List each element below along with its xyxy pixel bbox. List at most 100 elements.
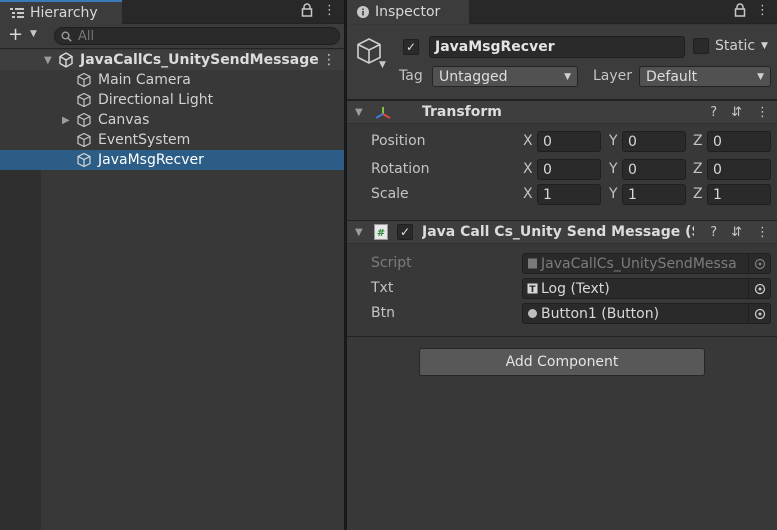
gameobject-cube-icon [77,152,91,168]
static-label: Static [715,38,756,54]
chevron-down-icon: ▼ [757,72,764,82]
object-picker-target-icon[interactable] [748,304,770,323]
static-toggle[interactable]: Static ▼ [693,38,768,54]
create-plus-icon[interactable]: + [8,26,23,44]
transform-fold-arrow-icon[interactable]: ▼ [355,107,363,118]
icon-dropdown-chevron-icon[interactable]: ▼ [379,60,386,70]
expand-arrow-icon[interactable]: ▶ [62,115,74,126]
object-picker-target-icon [748,254,770,273]
hierarchy-search-field[interactable] [54,27,340,45]
rotation-y-field[interactable]: 0 [622,159,686,180]
rotation-label: Rotation [371,161,430,177]
add-component-button[interactable]: Add Component [419,348,705,376]
object-picker-target-icon[interactable] [748,279,770,298]
lock-icon[interactable] [734,3,746,17]
hierarchy-tab-title: Hierarchy [30,5,98,21]
presets-sliders-icon[interactable]: ⇵ [731,105,742,120]
txt-field-value: Log (Text) [541,280,610,297]
static-checkbox[interactable] [693,38,709,54]
hierarchy-item-label: JavaMsgRecver [98,152,204,168]
hierarchy-search-input[interactable] [78,28,318,44]
lock-icon[interactable] [301,3,313,17]
inspector-tabbar: Inspector ⋮ [347,0,777,24]
hierarchy-item-main-camera[interactable]: Main Camera [0,70,344,90]
script-component-header[interactable]: ▼ # ✓ Java Call Cs_Unity Send Message (S… [347,220,777,244]
create-dropdown-chevron-icon[interactable]: ▼ [30,29,37,39]
btn-object-field[interactable]: Button1 (Button) [522,303,771,324]
hierarchy-tabbar: Hierarchy ⋮ [0,0,344,24]
hierarchy-gutter [0,170,41,530]
scene-row[interactable]: ▼ JavaCallCs_UnitySendMessage ⋮ [0,50,344,70]
button-icon [528,309,537,318]
inspector-tab-menu-icon[interactable]: ⋮ [756,3,769,18]
layer-value: Default [646,68,698,85]
unity-scene-icon [59,52,73,68]
inspector-panel: Inspector ⋮ ▼ ✓ JavaMsgRecver Static ▼ T… [347,0,777,530]
txt-object-field[interactable]: T Log (Text) [522,278,771,299]
script-object-field: JavaCallCs_UnitySendMessa [522,253,771,274]
axis-y-label[interactable]: Y [609,133,618,149]
script-fold-arrow-icon[interactable]: ▼ [355,227,363,238]
hierarchy-item-eventsystem[interactable]: EventSystem [0,130,344,150]
svg-text:T: T [529,285,536,294]
tag-dropdown[interactable]: Untagged ▼ [432,66,578,87]
script-enabled-checkbox[interactable]: ✓ [397,224,413,240]
btn-field-value: Button1 (Button) [541,305,660,322]
object-name-field[interactable]: JavaMsgRecver [429,36,685,58]
hierarchy-item-label: Directional Light [98,92,214,108]
position-label: Position [371,133,426,149]
axis-y-label[interactable]: Y [609,186,618,202]
position-y-field[interactable]: 0 [622,131,686,152]
axis-x-label[interactable]: X [523,161,533,177]
layer-dropdown[interactable]: Default ▼ [639,66,771,87]
position-z-field[interactable]: 0 [707,131,771,152]
hierarchy-item-javamsgrecver[interactable]: JavaMsgRecver [0,150,344,170]
hierarchy-item-canvas[interactable]: ▶ Canvas [0,110,344,130]
component-menu-icon[interactable]: ⋮ [756,225,769,240]
gameobject-cube-icon [77,92,91,108]
script-icon [528,258,537,269]
hierarchy-item-directional-light[interactable]: Directional Light [0,90,344,110]
hierarchy-tab-menu-icon[interactable]: ⋮ [323,3,336,18]
txt-field-label: Txt [371,280,394,296]
axis-z-label[interactable]: Z [693,133,703,149]
hierarchy-toolbar: + ▼ [0,24,344,49]
axis-z-label[interactable]: Z [693,161,703,177]
axis-y-label[interactable]: Y [609,161,618,177]
axis-x-label[interactable]: X [523,133,533,149]
script-field-label: Script [371,255,412,271]
hierarchy-tab[interactable]: Hierarchy [0,0,122,24]
btn-field-label: Btn [371,305,395,321]
layer-label: Layer [593,68,633,84]
tag-value: Untagged [439,68,508,85]
active-checkbox[interactable]: ✓ [403,39,419,55]
scene-expand-arrow-icon[interactable]: ▼ [44,55,56,66]
rotation-x-field[interactable]: 0 [537,159,601,180]
axis-x-label[interactable]: X [523,186,533,202]
search-icon [61,31,72,42]
hierarchy-tree: ▼ JavaCallCs_UnitySendMessage ⋮ Main Cam… [0,50,344,530]
help-icon[interactable]: ? [710,225,717,240]
scale-x-field[interactable]: 1 [537,184,601,205]
scale-y-field[interactable]: 1 [622,184,686,205]
scene-menu-icon[interactable]: ⋮ [322,52,336,68]
gameobject-cube-icon [77,132,91,148]
component-menu-icon[interactable]: ⋮ [756,105,769,120]
info-icon [357,6,369,18]
gameobject-header: ▼ ✓ JavaMsgRecver Static ▼ Tag Untagged … [347,25,777,100]
presets-sliders-icon[interactable]: ⇵ [731,225,742,240]
hierarchy-panel: Hierarchy ⋮ + ▼ ▼ Jav [0,0,344,530]
position-x-field[interactable]: 0 [537,131,601,152]
csharp-script-icon: # [374,224,388,240]
scale-z-field[interactable]: 1 [707,184,771,205]
gameobject-cube-icon [77,112,91,128]
transform-title: Transform [422,104,502,120]
tag-label: Tag [399,68,423,84]
chevron-down-icon: ▼ [564,72,571,82]
inspector-tab[interactable]: Inspector [347,0,469,24]
transform-header[interactable]: ▼ Transform ? ⇵ ⋮ [347,100,777,124]
help-icon[interactable]: ? [710,105,717,120]
rotation-z-field[interactable]: 0 [707,159,771,180]
axis-z-label[interactable]: Z [693,186,703,202]
static-dropdown-chevron-icon[interactable]: ▼ [761,41,768,51]
